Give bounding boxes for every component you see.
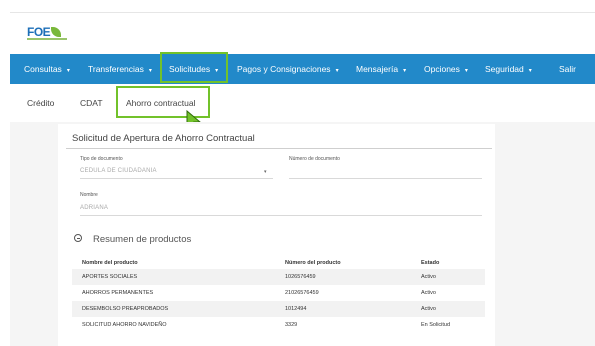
nav-item-label: Seguridad bbox=[485, 64, 524, 74]
subnav-item-cdat[interactable]: CDAT bbox=[80, 98, 103, 108]
nav-item-salir[interactable]: Salir bbox=[559, 54, 576, 84]
nav-item-mensajeria[interactable]: Mensajería ▾ bbox=[356, 54, 406, 84]
column-header: Estado bbox=[421, 260, 440, 266]
product-status: Activo bbox=[421, 274, 436, 280]
form-title-divider bbox=[66, 148, 492, 149]
product-name: DESEMBOLSO PREAPROBADOS bbox=[82, 306, 169, 312]
form-title: Solicitud de Apertura de Ahorro Contract… bbox=[72, 133, 255, 144]
chevron-down-icon: ▾ bbox=[66, 68, 70, 74]
tipo-documento-label: Tipo de documento bbox=[80, 156, 123, 162]
tipo-documento-underline bbox=[80, 178, 273, 179]
table-header: Nombre del producto Número del producto … bbox=[72, 255, 485, 269]
nav-item-pagos[interactable]: Pagos y Consignaciones ▾ bbox=[237, 54, 339, 84]
nav-item-label: Transferencias bbox=[88, 64, 144, 74]
chevron-down-icon: ▾ bbox=[528, 68, 532, 74]
nav-item-consultas[interactable]: Consultas ▾ bbox=[24, 54, 70, 84]
products-table: Nombre del producto Número del producto … bbox=[72, 255, 485, 333]
brand-logo-text: FOE bbox=[27, 25, 51, 39]
top-divider bbox=[10, 12, 595, 13]
tipo-documento-select[interactable]: CEDULA DE CIUDADANIA bbox=[80, 168, 157, 174]
main-navbar: Consultas ▾ Transferencias ▾ Solicitudes ▾ … bbox=[10, 54, 595, 84]
nav-highlight-box bbox=[160, 52, 228, 83]
nav-item-label: Mensajería bbox=[356, 64, 399, 74]
chevron-down-icon: ▾ bbox=[464, 68, 468, 74]
product-status: Activo bbox=[421, 306, 436, 312]
product-number: 1026576459 bbox=[285, 274, 316, 280]
nav-item-opciones[interactable]: Opciones ▾ bbox=[424, 54, 468, 84]
nav-item-seguridad[interactable]: Seguridad ▾ bbox=[485, 54, 532, 84]
column-header: Nombre del producto bbox=[82, 260, 138, 266]
sub-navbar: Crédito CDAT Ahorro contractual bbox=[10, 84, 595, 122]
nombre-label: Nombre bbox=[80, 192, 98, 198]
numero-documento-label: Número de documento bbox=[289, 156, 340, 162]
table-row: AHORROS PERMANENTES 21026576459 Activo bbox=[72, 285, 485, 301]
leaf-icon bbox=[51, 27, 62, 37]
product-name: APORTES SOCIALES bbox=[82, 274, 138, 280]
nombre-underline bbox=[80, 215, 482, 216]
column-header: Número del producto bbox=[285, 260, 341, 266]
product-name: AHORROS PERMANENTES bbox=[82, 290, 154, 296]
chevron-down-icon: ▾ bbox=[148, 68, 152, 74]
product-number: 21026576459 bbox=[285, 290, 319, 296]
table-row: SOLICITUD AHORRO NAVIDEÑO 3329 En Solici… bbox=[72, 317, 485, 333]
chevron-down-icon[interactable]: ▾ bbox=[264, 169, 267, 175]
chevron-down-icon: ▾ bbox=[335, 68, 339, 74]
product-number: 3329 bbox=[285, 322, 298, 328]
nombre-input[interactable]: ADRIANA bbox=[80, 205, 108, 211]
table-row: APORTES SOCIALES 1026576459 Activo bbox=[72, 269, 485, 285]
nav-item-label: Pagos y Consignaciones bbox=[237, 64, 331, 74]
collapse-icon[interactable] bbox=[74, 234, 82, 242]
summary-title: Resumen de productos bbox=[93, 234, 192, 245]
product-number: 1012494 bbox=[285, 306, 307, 312]
product-name: SOLICITUD AHORRO NAVIDEÑO bbox=[82, 322, 167, 328]
product-status: En Solicitud bbox=[421, 322, 451, 328]
product-status: Activo bbox=[421, 290, 436, 296]
nav-item-transferencias[interactable]: Transferencias ▾ bbox=[88, 54, 152, 84]
nav-item-label: Opciones bbox=[424, 64, 460, 74]
numero-documento-underline bbox=[289, 178, 482, 179]
chevron-down-icon: ▾ bbox=[403, 68, 407, 74]
table-row: DESEMBOLSO PREAPROBADOS 1012494 Activo bbox=[72, 301, 485, 317]
nav-item-label: Salir bbox=[559, 64, 577, 74]
logo-underline bbox=[27, 38, 67, 40]
subnav-item-credito[interactable]: Crédito bbox=[27, 98, 54, 108]
nav-item-label: Consultas bbox=[24, 64, 62, 74]
